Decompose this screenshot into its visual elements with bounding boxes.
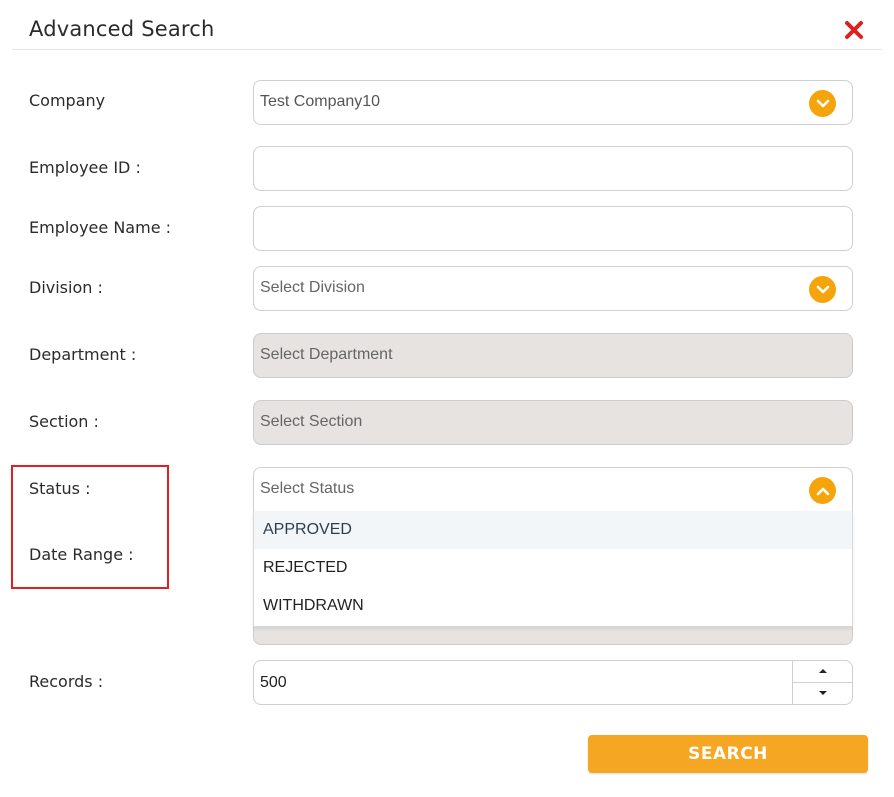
dialog-title: Advanced Search (29, 17, 215, 41)
status-option-approved[interactable]: APPROVED (254, 511, 852, 549)
employee-name-label: Employee Name : (29, 218, 172, 237)
company-value: Test Company10 (260, 93, 381, 110)
spinner-down-icon[interactable] (793, 683, 852, 705)
chevron-up-icon[interactable] (809, 477, 836, 504)
records-value: 500 (260, 674, 287, 691)
section-label: Section : (29, 412, 99, 431)
status-option-rejected[interactable]: REJECTED (254, 549, 852, 587)
chevron-down-icon[interactable] (809, 276, 836, 303)
header-divider (12, 49, 882, 50)
records-input[interactable]: 500 (253, 660, 853, 705)
company-label: Company (29, 91, 106, 110)
status-option-withdrawn[interactable]: WITHDRAWN (254, 587, 852, 625)
section-placeholder: Select Section (260, 413, 363, 430)
company-select[interactable]: Test Company10 (253, 80, 853, 125)
records-label: Records : (29, 672, 104, 691)
spinner-up-icon[interactable] (793, 661, 852, 683)
division-label: Division : (29, 278, 103, 297)
division-select[interactable]: Select Division (253, 266, 853, 311)
status-dropdown-list: APPROVED REJECTED WITHDRAWN (253, 511, 853, 627)
employee-name-input[interactable] (253, 206, 853, 251)
chevron-down-icon[interactable] (809, 90, 836, 117)
close-icon[interactable] (842, 18, 866, 42)
employee-id-label: Employee ID : (29, 158, 141, 177)
department-placeholder: Select Department (260, 346, 393, 363)
department-label: Department : (29, 345, 137, 364)
employee-id-input[interactable] (253, 146, 853, 191)
status-placeholder: Select Status (260, 480, 355, 497)
records-spinner (792, 661, 852, 704)
section-select: Select Section (253, 400, 853, 445)
highlight-box (11, 465, 169, 589)
department-select: Select Department (253, 333, 853, 378)
search-button[interactable]: SEARCH (588, 735, 868, 773)
status-select[interactable]: Select Status (253, 467, 853, 512)
division-placeholder: Select Division (260, 279, 365, 296)
